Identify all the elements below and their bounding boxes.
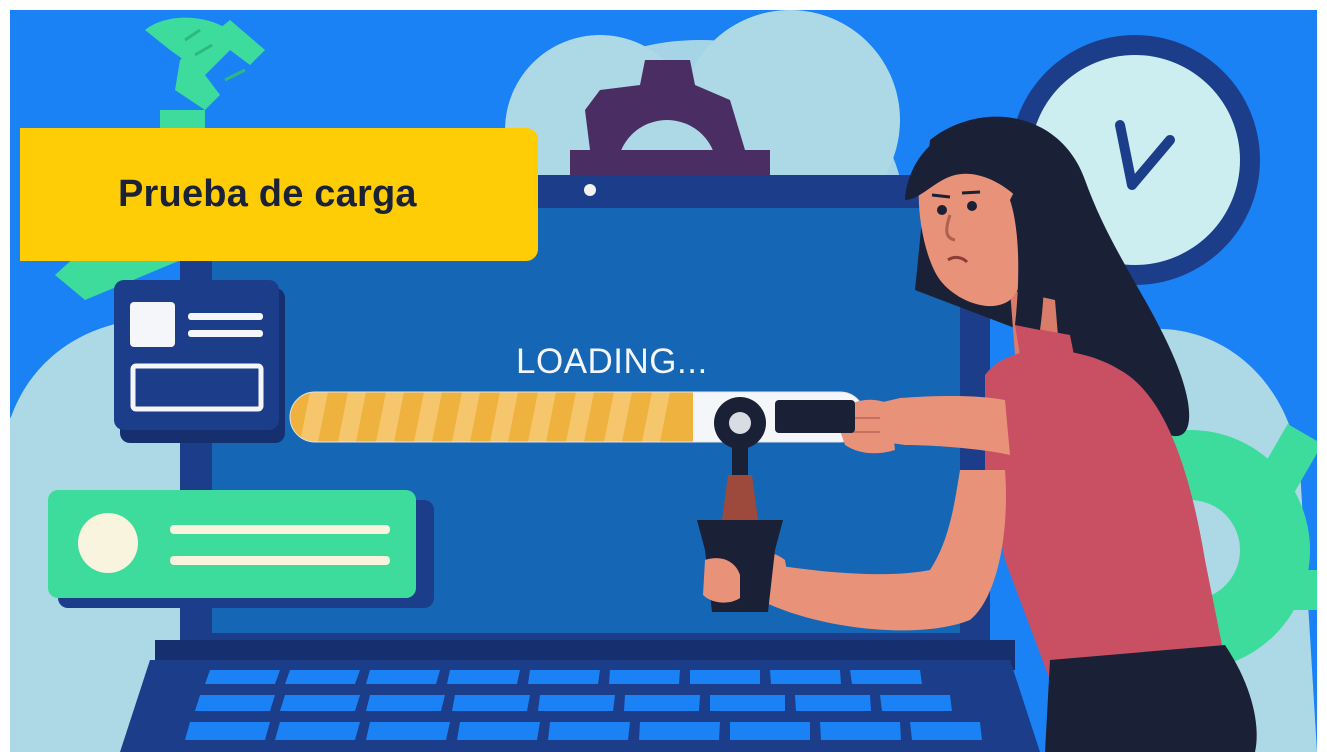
page-title: Prueba de carga (118, 173, 417, 215)
laptop (120, 175, 1040, 752)
notification-icon (48, 490, 434, 608)
card-icon (114, 280, 285, 443)
loading-status-text: LOADING... (516, 342, 708, 381)
webcam (584, 184, 596, 196)
illustration-frame: Prueba de carga LOADING... (10, 10, 1317, 752)
title-banner: Prueba de carga (20, 128, 538, 261)
keyboard-keys (185, 670, 982, 740)
pants (1045, 645, 1257, 752)
